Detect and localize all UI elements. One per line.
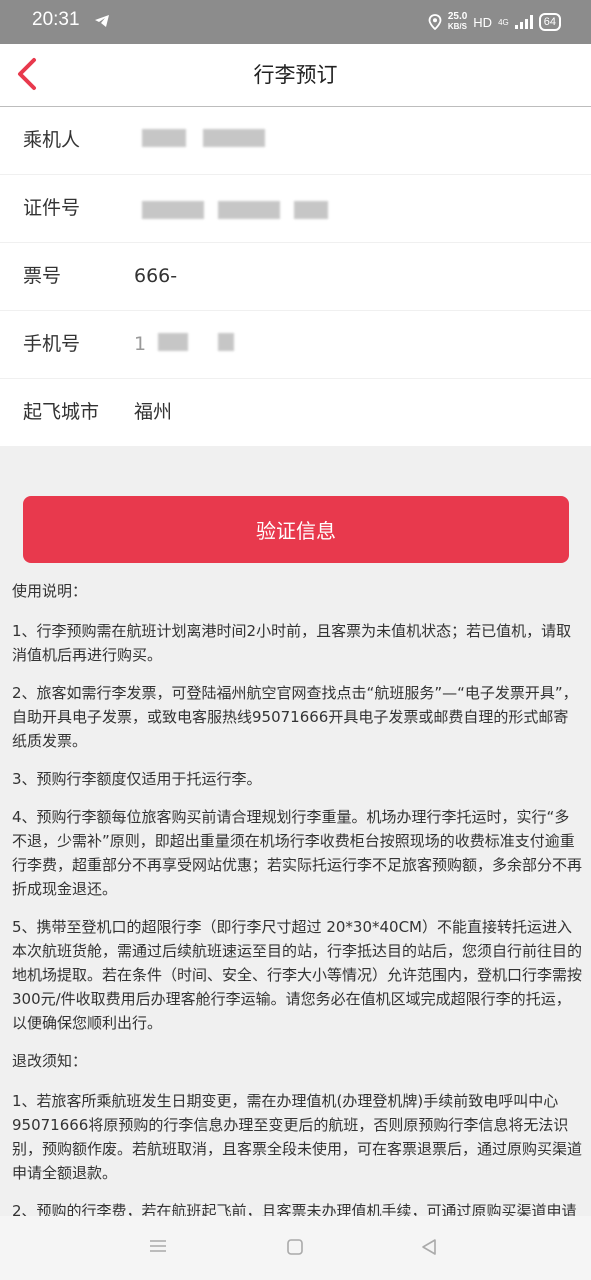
instruction-item: 5、携带至登机口的超限行李（即行李尺寸超过 20*30*40CM）不能直接转托运… (12, 918, 583, 1032)
id-label: 证件号 (23, 197, 81, 219)
signal-icon (514, 15, 533, 29)
hd-indicator: HD (473, 14, 493, 30)
location-icon (428, 14, 442, 30)
refund-item: 1、若旅客所乘航班发生日期变更，需在办理值机(办理登机牌)手续前致电呼叫中心95… (12, 1092, 583, 1182)
phone-value: 1 (134, 333, 147, 355)
ticket-label: 票号 (23, 265, 62, 287)
id-row: 证件号 (0, 175, 591, 243)
instructions-heading: 使用说明： (12, 582, 88, 600)
city-value: 福州 (134, 401, 173, 423)
phone-label: 手机号 (23, 333, 81, 355)
city-label: 起飞城市 (23, 401, 100, 423)
ticket-value: 666- (134, 265, 178, 287)
back-triangle-icon[interactable] (420, 1238, 438, 1256)
notes-section: 使用说明： 1、行李预购需在航班计划离港时间2小时前，且客票为未值机状态；若已值… (12, 579, 582, 1261)
home-square-icon[interactable] (286, 1238, 304, 1256)
speed-unit: KB/S (447, 22, 467, 31)
system-nav-bar (0, 1216, 591, 1280)
instruction-item: 1、行李预购需在航班计划离港时间2小时前，且客票为未值机状态；若已值机，请取消值… (12, 622, 572, 664)
ticket-row: 票号 666- (0, 243, 591, 311)
instruction-item: 3、预购行李额度仅适用于托运行李。 (12, 770, 262, 788)
status-time: 20:31 (32, 9, 80, 30)
passenger-form: 乘机人 证件号 票号 666- 手机号 1 起飞城市 福州 (0, 107, 591, 446)
telegram-icon (95, 15, 109, 27)
page-title: 行李预订 (253, 63, 338, 87)
battery-icon: 64 (538, 13, 561, 31)
verify-info-button[interactable]: 验证信息 (23, 496, 569, 563)
phone-row: 手机号 1 (0, 311, 591, 379)
city-row: 起飞城市 福州 (0, 379, 591, 446)
instruction-item: 4、预购行李额每位旅客购买前请合理规划行李重量。机场办理行李托运时，实行“多不退… (12, 808, 583, 898)
menu-icon[interactable] (148, 1238, 168, 1254)
speed-value: 25.0 (447, 11, 468, 22)
refund-heading: 退改须知： (12, 1052, 88, 1070)
status-bar: 20:31 25.0 KB/S HD 4G 64 (0, 0, 591, 44)
passenger-row: 乘机人 (0, 107, 591, 175)
network-speed: 25.0 KB/S (448, 12, 467, 32)
network-type: 4G (498, 17, 509, 27)
status-indicators: 25.0 KB/S HD 4G 64 (428, 10, 561, 34)
instruction-item: 2、旅客如需行李发票，可登陆福州航空官网查找点击“航班服务”—“电子发票开具”，… (12, 684, 578, 750)
header: 行李预订 (0, 44, 591, 107)
passenger-label: 乘机人 (23, 129, 81, 151)
